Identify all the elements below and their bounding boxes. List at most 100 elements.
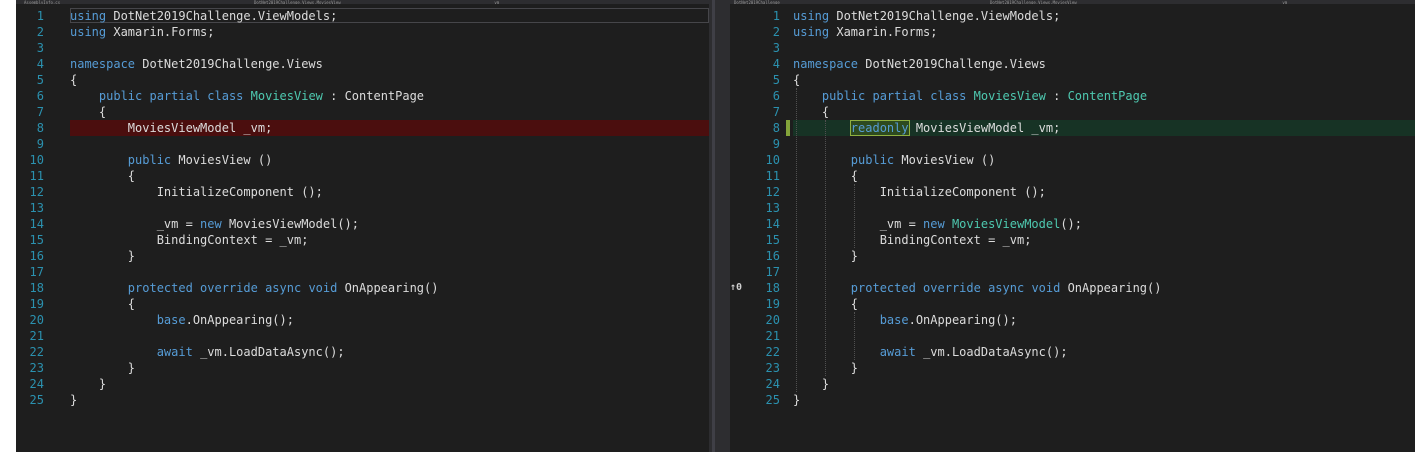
code-line[interactable]: 20 base.OnAppearing(); [730,312,1415,328]
change-marker [786,120,790,136]
code-token: using [793,9,837,23]
line-code: using Xamarin.Forms; [793,24,938,40]
code-token: : [1045,89,1068,103]
code-line[interactable]: 1 using DotNet2019Challenge.ViewModels; [730,8,1415,24]
pane-splitter[interactable] [709,0,730,452]
code-line[interactable]: 18 protected override async void OnAppea… [16,280,709,296]
code-token: _vm.LoadDataAsync(); [200,345,345,359]
code-token: ContentPage [1067,89,1148,103]
code-line[interactable]: 2 using Xamarin.Forms; [16,24,709,40]
code-token: await [879,345,924,359]
indent-guide [853,312,855,360]
code-line[interactable]: 8 MoviesViewModel _vm; [16,120,709,136]
line-number: 19 [29,297,44,311]
override-indicator-icon[interactable]: ↑0 [730,280,750,296]
code-line[interactable]: 13 [730,200,1415,216]
code-line[interactable]: 11 { [16,168,709,184]
code-token: DotNet2019Challenge.Views [142,57,323,71]
code-line[interactable]: 21 [16,328,709,344]
code-line[interactable]: 23 } [730,360,1415,376]
code-line[interactable]: 16 } [16,248,709,264]
code-token: public [98,89,150,103]
code-line[interactable]: 15 BindingContext = _vm; [16,232,709,248]
code-line[interactable]: 24 } [730,376,1415,392]
diff-left-pane[interactable]: AssemblyInfo.cs DotNet2019Challenge.Views… [16,0,709,452]
code-line[interactable]: 5{ [16,72,709,88]
code-line[interactable]: 9 [16,136,709,152]
code-line[interactable]: 10 public MoviesView () [730,152,1415,168]
code-token: DotNet2019Challenge.Views [865,57,1046,71]
line-code: await _vm.LoadDataAsync(); [793,344,1068,360]
line-number: 14 [29,217,44,231]
code-line[interactable]: 12 InitializeComponent (); [16,184,709,200]
right-tab-2[interactable]: _vm [1280,0,1287,4]
code-line[interactable]: 8 readonly MoviesViewModel _vm; [730,120,1415,136]
line-number: 22 [29,345,44,359]
code-token: partial [149,89,208,103]
code-line[interactable]: 12 InitializeComponent (); [730,184,1415,200]
code-line[interactable]: 16 } [730,248,1415,264]
diff-right-pane[interactable]: DotNet2019Challenge DotNet2019Challenge.V… [730,0,1415,452]
line-number: 4 [36,57,44,71]
code-line[interactable]: 19 { [16,296,709,312]
code-token: readonly [849,120,910,136]
code-line[interactable]: 6 public partial class MoviesView : Cont… [730,88,1415,104]
code-line[interactable]: 7 { [730,104,1415,120]
code-line[interactable]: 17 [16,264,709,280]
code-line[interactable]: 22 await _vm.LoadDataAsync(); [16,344,709,360]
code-line[interactable]: 10 public MoviesView () [16,152,709,168]
line-number: 18 [765,281,780,295]
line-number: 13 [29,201,44,215]
code-line[interactable]: 9 [730,136,1415,152]
code-token: namespace [70,57,143,71]
code-line[interactable]: 11 { [730,168,1415,184]
code-token: new [200,217,229,231]
code-line[interactable]: 14 _vm = new MoviesViewModel(); [16,216,709,232]
left-tab-2[interactable]: _vm [492,0,499,4]
line-number: 15 [29,233,44,247]
code-line[interactable]: 25} [730,392,1415,408]
code-line[interactable]: 25} [16,392,709,408]
code-line[interactable]: 24 } [16,376,709,392]
line-code: { [70,296,135,312]
line-code: using DotNet2019Challenge.ViewModels; [70,8,337,24]
code-line[interactable]: 13 [16,200,709,216]
code-line[interactable]: 5{ [730,72,1415,88]
code-line[interactable]: 4 namespace DotNet2019Challenge.Views [730,56,1415,72]
code-line[interactable]: 17 [730,264,1415,280]
code-line[interactable]: 3 [730,40,1415,56]
code-line[interactable]: 14 _vm = new MoviesViewModel(); [730,216,1415,232]
code-line[interactable]: 15 BindingContext = _vm; [730,232,1415,248]
line-number: 24 [765,377,780,391]
code-token: { [793,73,801,87]
code-line[interactable]: 2 using Xamarin.Forms; [730,24,1415,40]
code-line[interactable]: 19 { [730,296,1415,312]
code-line[interactable]: 22 await _vm.LoadDataAsync(); [730,344,1415,360]
code-token: partial [872,89,931,103]
code-line[interactable]: 1 using DotNet2019Challenge.ViewModels; [16,8,709,24]
code-line[interactable]: 21 [730,328,1415,344]
right-tab-0[interactable]: DotNet2019Challenge [734,0,780,4]
line-number: 23 [29,361,44,375]
code-line[interactable]: ↑0 18 protected override async void OnApp… [730,280,1415,296]
code-line[interactable]: 23 } [16,360,709,376]
code-token: public [850,153,902,167]
right-code-lines[interactable]: 1 using DotNet2019Challenge.ViewModels; 2 u… [730,8,1415,408]
code-line[interactable]: 7 { [16,104,709,120]
code-line[interactable]: 4 namespace DotNet2019Challenge.Views [16,56,709,72]
code-line[interactable]: 6 public partial class MoviesView : Cont… [16,88,709,104]
line-number: 21 [29,329,44,343]
line-number: 25 [29,393,44,407]
code-line[interactable]: 3 [16,40,709,56]
code-token: public [127,153,179,167]
right-tab-1[interactable]: DotNet2019Challenge.Views.MoviesView [990,0,1077,4]
code-token: override [200,281,266,295]
left-code-lines[interactable]: 1 using DotNet2019Challenge.ViewModels; 2 u… [16,8,709,408]
code-line[interactable]: 20 base.OnAppearing(); [16,312,709,328]
left-tab-1[interactable]: DotNet2019Challenge.Views.MoviesView [254,0,341,4]
code-token: : ContentPage [322,89,425,103]
line-number: 7 [772,105,780,119]
left-tab-0[interactable]: AssemblyInfo.cs [24,0,60,4]
